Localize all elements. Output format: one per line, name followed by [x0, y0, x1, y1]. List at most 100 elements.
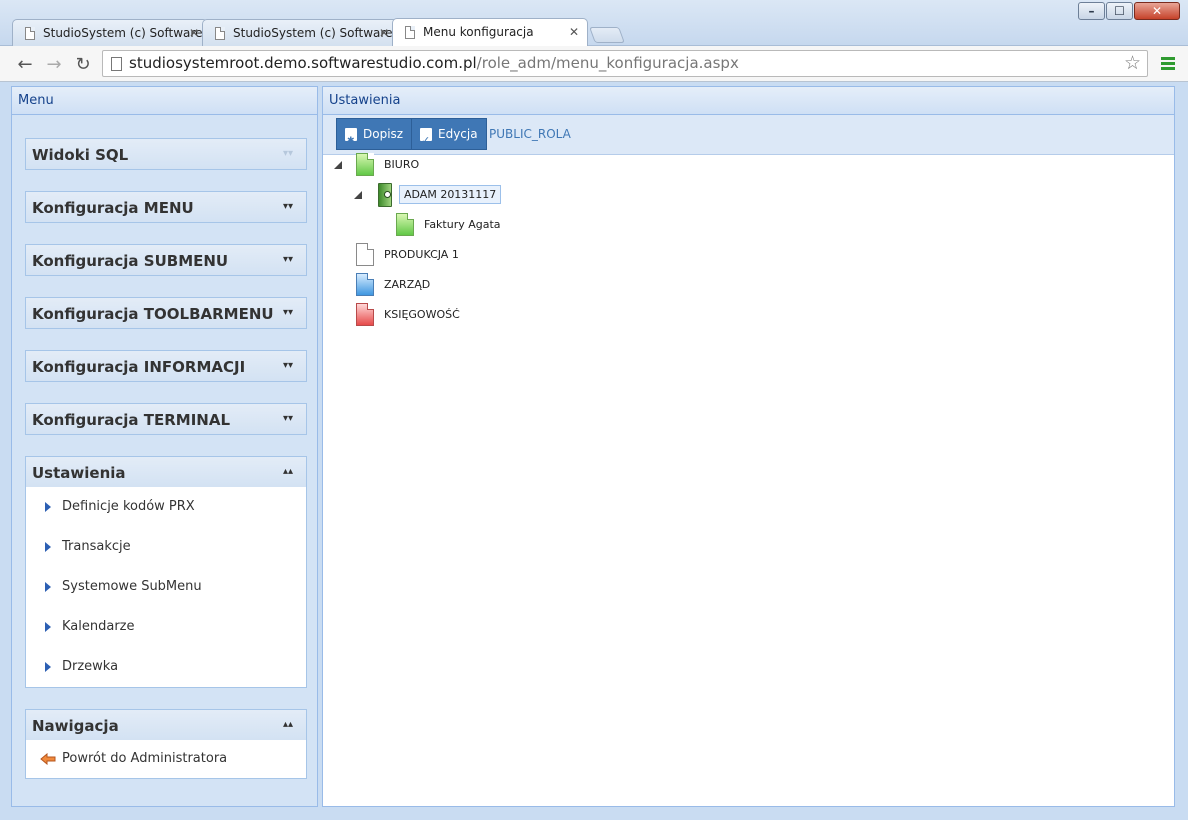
- menu-panel: Menu Widoki SQL ▾▾ Konfiguracja MENU ▾▾ …: [11, 86, 318, 807]
- chevron-down-icon[interactable]: ▾▾: [283, 298, 293, 328]
- menu-item-label: Transakcje: [62, 539, 131, 554]
- arrow-right-icon: [45, 662, 51, 672]
- page-icon: [111, 57, 122, 71]
- close-icon: ✕: [1151, 4, 1163, 18]
- maximize-button[interactable]: ☐: [1106, 2, 1133, 20]
- close-tab-icon[interactable]: ✕: [569, 19, 579, 46]
- tree-node-label: PRODUKCJA 1: [384, 248, 459, 261]
- arrow-right-icon: [45, 582, 51, 592]
- back-arrow-icon: [40, 753, 56, 765]
- green-document-icon: [396, 213, 414, 236]
- accordion-header[interactable]: Konfiguracja TERMINAL ▾▾: [26, 404, 306, 434]
- forward-button[interactable]: →: [42, 52, 66, 76]
- chevron-down-icon[interactable]: ▾▾: [283, 245, 293, 275]
- edit-button-label: Edycja: [438, 127, 478, 141]
- accordion-title: Konfiguracja MENU: [32, 199, 194, 217]
- menu-item-transakcje[interactable]: Transakcje: [26, 527, 306, 567]
- close-tab-icon[interactable]: ✕: [379, 20, 389, 46]
- expand-toggle-icon[interactable]: [335, 278, 343, 292]
- reload-button[interactable]: ↻: [71, 52, 95, 76]
- forward-arrow-icon: →: [46, 53, 62, 75]
- page-icon: [215, 27, 225, 40]
- add-icon: [345, 126, 357, 156]
- browser-toolbar: ← → ↻ studiosystemroot.demo.softwarestud…: [0, 46, 1188, 82]
- menu-item-powrot-do-administratora[interactable]: Powrót do Administratora: [26, 740, 306, 778]
- white-document-icon: [356, 243, 374, 266]
- browser-tab-3[interactable]: Menu konfiguracja ✕: [392, 18, 588, 46]
- green-binder-icon: [378, 183, 392, 207]
- back-button[interactable]: ←: [13, 52, 37, 76]
- accordion-nawigacja[interactable]: Nawigacja ▴▴ Powrót do Administratora: [25, 709, 307, 779]
- red-document-icon: [356, 303, 374, 326]
- settings-toolbar: Dopisz Edycja PUBLIC_ROLA: [323, 115, 1174, 156]
- menu-item-definicje-kodow-prx[interactable]: Definicje kodów PRX: [26, 487, 306, 527]
- chevron-up-icon[interactable]: ▴▴: [283, 457, 293, 487]
- menu-item-kalendarze[interactable]: Kalendarze: [26, 607, 306, 647]
- browser-tab-1[interactable]: StudioSystem (c) Software ✕: [12, 19, 208, 46]
- tab-strip: StudioSystem (c) Software ✕ StudioSystem…: [12, 18, 625, 46]
- tab-title: StudioSystem (c) Software: [43, 26, 203, 40]
- menu-item-label: Powrót do Administratora: [62, 751, 228, 766]
- close-tab-icon[interactable]: ✕: [189, 20, 199, 46]
- chevron-down-icon[interactable]: ▾▾: [283, 351, 293, 381]
- chevron-up-icon[interactable]: ▴▴: [283, 710, 293, 740]
- edit-icon: [420, 126, 432, 156]
- menu-item-label: Systemowe SubMenu: [62, 579, 202, 594]
- accordion-header[interactable]: Konfiguracja TOOLBARMENU ▾▾: [26, 298, 306, 328]
- accordion-title: Ustawienia: [32, 464, 126, 482]
- tree-node-zarzad[interactable]: ZARZĄD: [323, 270, 723, 300]
- menu-item-drzewka[interactable]: Drzewka: [26, 647, 306, 687]
- accordion-widoki-sql[interactable]: Widoki SQL ▾▾: [25, 138, 307, 170]
- accordion-header[interactable]: Nawigacja ▴▴: [26, 710, 306, 740]
- tree-node-biuro[interactable]: BIURO: [323, 150, 723, 180]
- close-window-button[interactable]: ✕: [1134, 2, 1180, 20]
- url-text[interactable]: studiosystemroot.demo.softwarestudio.com…: [129, 51, 739, 76]
- tree-node-adam-20131117[interactable]: ADAM 20131117: [323, 180, 723, 210]
- expand-toggle-icon[interactable]: [354, 191, 362, 199]
- new-tab-button[interactable]: [589, 27, 625, 43]
- accordion-konfiguracja-informacji[interactable]: Konfiguracja INFORMACJI ▾▾: [25, 350, 307, 382]
- accordion-konfiguracja-submenu[interactable]: Konfiguracja SUBMENU ▾▾: [25, 244, 307, 276]
- tree-node-label: ZARZĄD: [384, 278, 431, 291]
- chevron-down-icon[interactable]: ▾▾: [283, 192, 293, 222]
- accordion-konfiguracja-menu[interactable]: Konfiguracja MENU ▾▾: [25, 191, 307, 223]
- tab-title: Menu konfiguracja: [423, 25, 534, 39]
- accordion-header[interactable]: Widoki SQL ▾▾: [26, 139, 306, 169]
- reload-icon: ↻: [75, 53, 91, 75]
- tree-node-produkcja-1[interactable]: PRODUKCJA 1: [323, 240, 723, 270]
- green-document-icon: [356, 153, 374, 176]
- settings-panel: Ustawienia Dopisz Edycja PUBLIC_ROLA BIU…: [322, 86, 1175, 807]
- hamburger-menu-icon[interactable]: [1161, 57, 1175, 72]
- expand-toggle-icon[interactable]: [334, 161, 342, 169]
- accordion-title: Konfiguracja SUBMENU: [32, 252, 229, 270]
- tree-node-faktury-agata[interactable]: Faktury Agata: [323, 210, 723, 240]
- url-path: /role_adm/menu_konfiguracja.aspx: [476, 54, 739, 72]
- expand-toggle-icon[interactable]: [374, 218, 382, 232]
- accordion-konfiguracja-toolbarmenu[interactable]: Konfiguracja TOOLBARMENU ▾▾: [25, 297, 307, 329]
- expand-toggle-icon[interactable]: [335, 308, 343, 322]
- accordion-title: Konfiguracja TOOLBARMENU: [32, 305, 274, 323]
- accordion-header[interactable]: Konfiguracja SUBMENU ▾▾: [26, 245, 306, 275]
- accordion-header[interactable]: Konfiguracja MENU ▾▾: [26, 192, 306, 222]
- star-icon[interactable]: ☆: [1124, 52, 1141, 75]
- minimize-button[interactable]: –: [1078, 2, 1105, 20]
- tree-node-label: Faktury Agata: [424, 218, 501, 231]
- chevron-down-icon[interactable]: ▾▾: [283, 404, 293, 434]
- arrow-right-icon: [45, 502, 51, 512]
- add-button[interactable]: Dopisz: [336, 118, 413, 156]
- accordion-title: Widoki SQL: [32, 146, 129, 164]
- accordion-ustawienia[interactable]: Ustawienia ▴▴ Definicje kodów PRX Transa…: [25, 456, 307, 688]
- accordion-header[interactable]: Ustawienia ▴▴: [26, 457, 306, 487]
- menu-item-label: Kalendarze: [62, 619, 135, 634]
- browser-tab-2[interactable]: StudioSystem (c) Software ✕: [202, 19, 398, 46]
- accordion-header[interactable]: Konfiguracja INFORMACJI ▾▾: [26, 351, 306, 381]
- chevron-down-icon[interactable]: ▾▾: [283, 139, 293, 169]
- tree-node-ksiegowosc[interactable]: KSIĘGOWOŚĆ: [323, 300, 723, 330]
- expand-toggle-icon[interactable]: [335, 248, 343, 262]
- url-host: studiosystemroot.demo.softwarestudio.com…: [129, 54, 477, 72]
- menu-item-systemowe-submenu[interactable]: Systemowe SubMenu: [26, 567, 306, 607]
- accordion-konfiguracja-terminal[interactable]: Konfiguracja TERMINAL ▾▾: [25, 403, 307, 435]
- edit-button[interactable]: Edycja: [411, 118, 487, 156]
- window-controls: – ☐ ✕: [1077, 2, 1180, 20]
- address-bar[interactable]: studiosystemroot.demo.softwarestudio.com…: [102, 50, 1148, 77]
